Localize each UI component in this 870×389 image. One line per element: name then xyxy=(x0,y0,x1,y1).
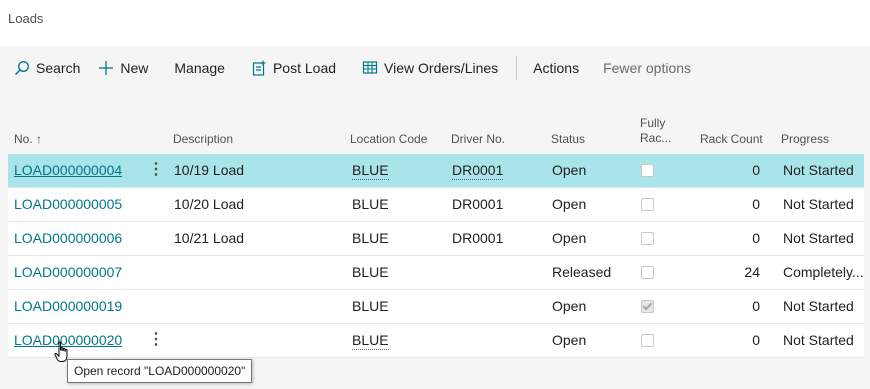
column-header-fully-racked[interactable]: Fully Rac... xyxy=(640,116,671,146)
location-code-cell: BLUE xyxy=(352,298,389,314)
actions-label: Actions xyxy=(533,60,580,76)
rack-count-cell: 0 xyxy=(752,162,760,178)
column-header-no[interactable]: No. ↑ xyxy=(14,132,42,146)
status-cell: Open xyxy=(552,230,587,246)
table-row[interactable]: LOAD000000020 ⋮ BLUE Open 0 Not Started xyxy=(8,324,864,358)
status-cell: Released xyxy=(552,264,612,280)
description-cell: 10/19 Load xyxy=(174,162,245,178)
rack-count-cell: 24 xyxy=(744,264,760,280)
list-page-content: Search New Manage Post Load View Orders/… xyxy=(0,46,870,389)
manage-menu[interactable]: Manage xyxy=(168,53,231,83)
search-label: Search xyxy=(36,60,81,76)
manage-label: Manage xyxy=(174,60,225,76)
search-icon xyxy=(14,61,29,76)
rack-count-cell: 0 xyxy=(752,196,760,212)
progress-cell: Not Started xyxy=(783,298,854,314)
column-header-progress[interactable]: Progress xyxy=(781,132,829,146)
action-bar-divider xyxy=(516,56,518,80)
status-cell: Open xyxy=(552,162,587,178)
table-row[interactable]: LOAD000000019 BLUE Open 0 Not Started xyxy=(8,290,864,324)
list-header: No. ↑ Description Location Code Driver N… xyxy=(8,92,864,154)
progress-cell: Not Started xyxy=(783,196,854,212)
location-code-cell: BLUE xyxy=(352,154,389,187)
load-no-link[interactable]: LOAD000000007 xyxy=(14,256,122,289)
column-header-location-code[interactable]: Location Code xyxy=(350,132,427,146)
location-code-value[interactable]: BLUE xyxy=(352,331,389,350)
action-bar: Search New Manage Post Load View Orders/… xyxy=(8,46,870,90)
load-no-link[interactable]: LOAD000000006 xyxy=(14,222,122,255)
load-no-link[interactable]: LOAD000000019 xyxy=(14,290,122,323)
description-cell: 10/20 Load xyxy=(174,196,245,212)
table-row[interactable]: LOAD000000007 BLUE Released 24 Completel… xyxy=(8,256,864,290)
status-cell: Open xyxy=(552,298,587,314)
load-no-link[interactable]: LOAD000000004 xyxy=(14,154,122,187)
progress-cell: Not Started xyxy=(783,332,854,348)
column-header-fully-racked-line2: Rac... xyxy=(640,131,672,145)
rack-count-cell: 0 xyxy=(752,298,760,314)
location-code-cell: BLUE xyxy=(352,196,389,212)
new-label: New xyxy=(120,60,149,76)
actions-menu[interactable]: Actions xyxy=(527,53,585,83)
plus-icon xyxy=(99,61,114,75)
table-row[interactable]: LOAD000000004 ⋮ 10/19 Load BLUE DR0001 O… xyxy=(8,154,864,188)
rack-count-cell: 0 xyxy=(752,332,760,348)
post-load-button[interactable]: Post Load xyxy=(245,53,342,83)
post-document-icon xyxy=(252,60,266,76)
location-code-cell: BLUE xyxy=(352,230,389,246)
row-menu-button[interactable]: ⋮ xyxy=(148,324,164,357)
fully-racked-checkbox xyxy=(641,232,654,245)
location-code-cell: BLUE xyxy=(352,264,389,280)
column-header-status[interactable]: Status xyxy=(551,132,585,146)
view-orders-lines-button[interactable]: View Orders/Lines xyxy=(356,53,504,83)
driver-no-cell: DR0001 xyxy=(452,196,504,212)
fewer-options-button[interactable]: Fewer options xyxy=(597,53,697,83)
location-code-cell: BLUE xyxy=(352,324,389,357)
page-title: Loads xyxy=(8,11,44,26)
loads-list: No. ↑ Description Location Code Driver N… xyxy=(8,92,864,358)
location-code-value[interactable]: BLUE xyxy=(352,161,389,180)
status-cell: Open xyxy=(552,332,587,348)
row-menu-button[interactable]: ⋮ xyxy=(148,154,164,187)
column-header-rack-count[interactable]: Rack Count xyxy=(700,132,763,146)
fully-racked-checkbox xyxy=(641,334,654,347)
fully-racked-checkbox xyxy=(641,300,654,313)
title-bar: Loads xyxy=(0,0,870,46)
fewer-options-label: Fewer options xyxy=(603,60,692,76)
search-button[interactable]: Search xyxy=(8,53,86,83)
post-load-label: Post Load xyxy=(272,60,337,76)
table-row[interactable]: LOAD000000005 10/20 Load BLUE DR0001 Ope… xyxy=(8,188,864,222)
status-cell: Open xyxy=(552,196,587,212)
fully-racked-checkbox xyxy=(641,164,654,177)
rack-count-cell: 0 xyxy=(752,230,760,246)
driver-no-cell: DR0001 xyxy=(452,230,504,246)
column-header-description[interactable]: Description xyxy=(173,132,233,146)
row-tooltip: Open record "LOAD000000020" xyxy=(67,359,253,383)
driver-no-value[interactable]: DR0001 xyxy=(452,161,504,180)
fully-racked-checkbox xyxy=(641,198,654,211)
view-orders-lines-label: View Orders/Lines xyxy=(384,60,499,76)
progress-cell: Not Started xyxy=(783,162,854,178)
driver-no-cell: DR0001 xyxy=(452,154,504,187)
grid-view-icon xyxy=(362,61,378,74)
new-button[interactable]: New xyxy=(92,53,154,83)
load-no-link[interactable]: LOAD000000005 xyxy=(14,188,122,221)
fully-racked-checkbox xyxy=(641,266,654,279)
column-header-driver-no[interactable]: Driver No. xyxy=(451,132,505,146)
progress-cell: Completely... xyxy=(783,264,864,280)
table-row[interactable]: LOAD000000006 10/21 Load BLUE DR0001 Ope… xyxy=(8,222,864,256)
progress-cell: Not Started xyxy=(783,230,854,246)
column-header-fully-racked-line1: Fully xyxy=(640,116,666,130)
description-cell: 10/21 Load xyxy=(174,230,245,246)
